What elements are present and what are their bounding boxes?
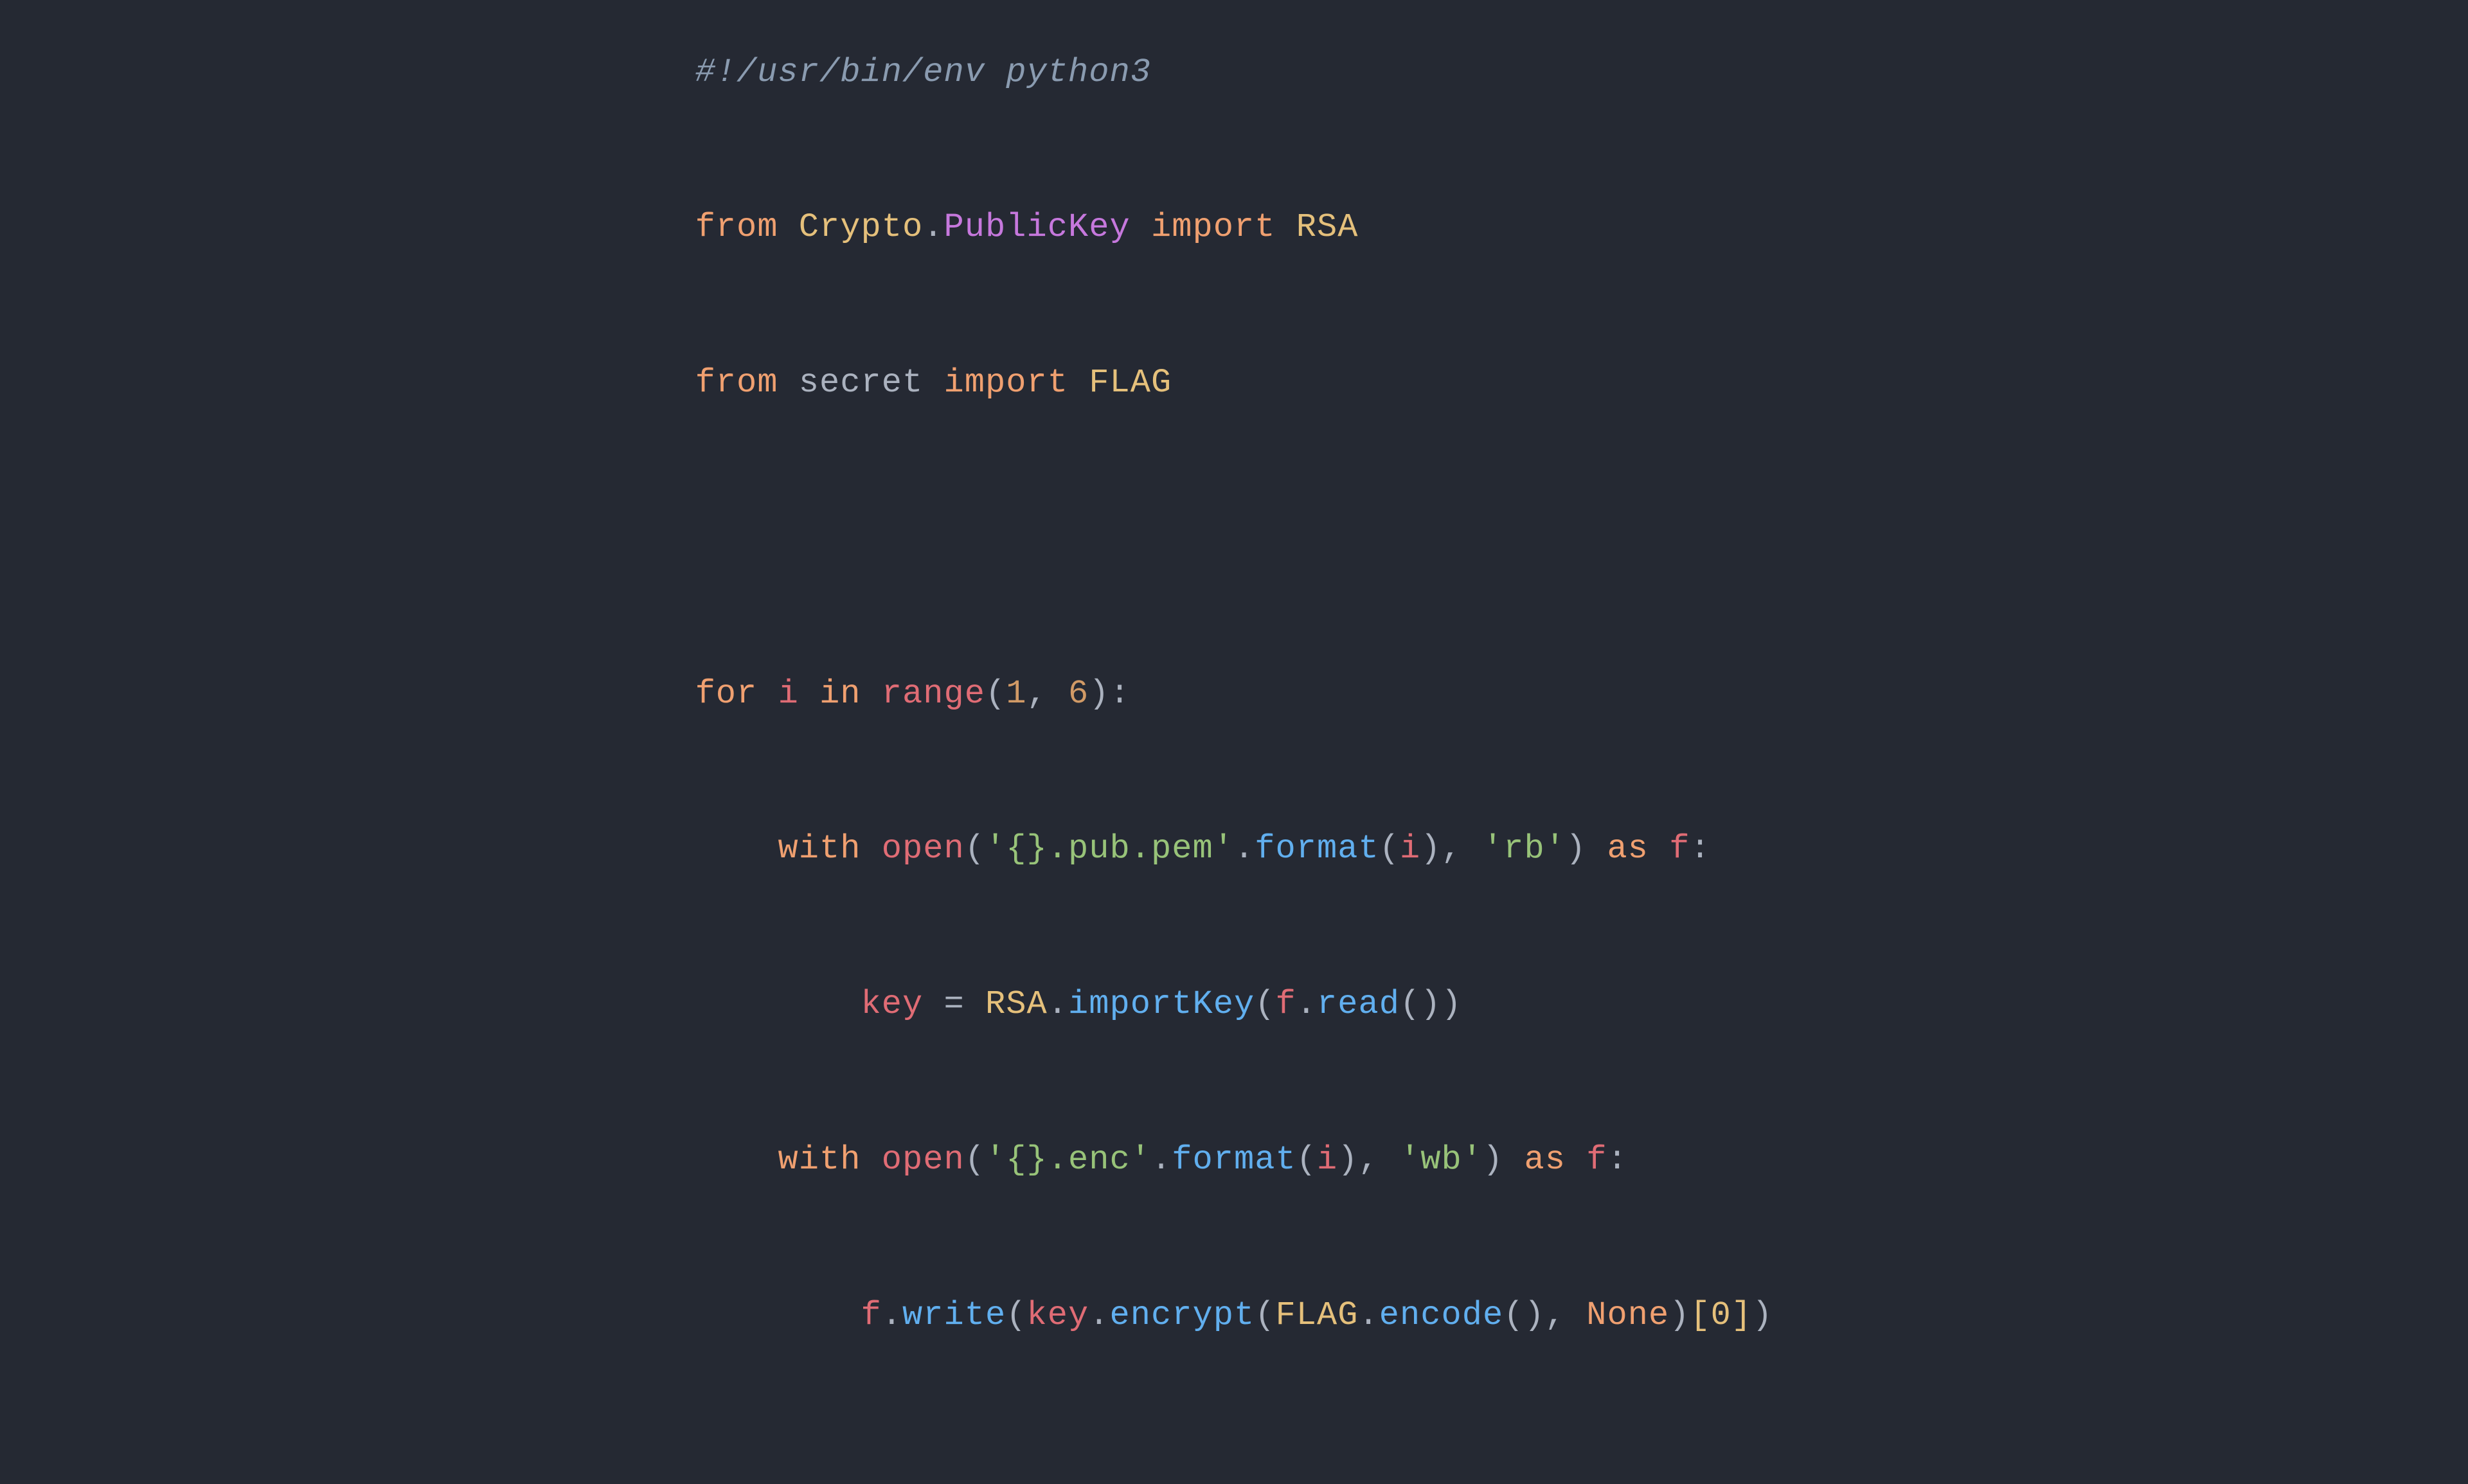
string-wb: 'wb' (1400, 1141, 1483, 1179)
code-container: #!/usr/bin/env python3 from Crypto.Publi… (644, 0, 1825, 1484)
encode-method: encode (1379, 1296, 1503, 1334)
var-i: i (778, 675, 799, 713)
var-f-1: f (1669, 830, 1690, 868)
rsa-name: RSA (1296, 208, 1359, 246)
for-keyword: for (695, 675, 758, 713)
var-i-3: i (1317, 1141, 1337, 1179)
rsa-name-2: RSA (985, 985, 1048, 1023)
line-7: key = RSA.importKey(f.read()) (695, 979, 1773, 1031)
encrypt-method: encrypt (1110, 1296, 1255, 1334)
from-keyword-2: from (695, 364, 778, 402)
bracket-0: [0] (1690, 1296, 1752, 1334)
open-func-1: open (882, 830, 965, 868)
line-9: f.write(key.encrypt(FLAG.encode(), None)… (695, 1290, 1773, 1342)
line-2: from Crypto.PublicKey import RSA (695, 202, 1773, 254)
line-6: with open('{}.pub.pem'.format(i), 'rb') … (695, 823, 1773, 875)
secret-name: secret (799, 364, 923, 402)
string-rb: 'rb' (1483, 830, 1566, 868)
line-3: from secret import FLAG (695, 357, 1773, 409)
var-i-2: i (1400, 830, 1420, 868)
with-keyword-1: with (778, 830, 861, 868)
var-f-4: f (861, 1296, 882, 1334)
range-func: range (882, 675, 985, 713)
var-key: key (861, 985, 924, 1023)
import-keyword-2: import (944, 364, 1068, 402)
crypto-module: Crypto (799, 208, 923, 246)
format-method-2: format (1172, 1141, 1296, 1179)
line-8: with open('{}.enc'.format(i), 'wb') as f… (695, 1134, 1773, 1186)
with-keyword-2: with (778, 1141, 861, 1179)
in-keyword: in (819, 675, 861, 713)
import-keyword: import (1151, 208, 1275, 246)
as-keyword-2: as (1524, 1141, 1566, 1179)
var-f-3: f (1586, 1141, 1607, 1179)
code-block: #!/usr/bin/env python3 from Crypto.Publi… (695, 0, 1773, 1445)
format-method-1: format (1255, 830, 1379, 868)
as-keyword-1: as (1607, 830, 1649, 868)
from-keyword: from (695, 208, 778, 246)
line-5: for i in range(1, 6): (695, 668, 1773, 720)
shebang-comment: #!/usr/bin/env python3 (695, 53, 1151, 91)
string-pub-pem: '{}.pub.pem' (985, 830, 1234, 868)
importkey-method: importKey (1068, 985, 1255, 1023)
none-keyword: None (1586, 1296, 1669, 1334)
line-1: #!/usr/bin/env python3 (695, 47, 1773, 99)
publickey-module: PublicKey (944, 208, 1131, 246)
var-key-2: key (1027, 1296, 1089, 1334)
string-enc: '{}.enc' (985, 1141, 1151, 1179)
write-method: write (902, 1296, 1006, 1334)
num-1: 1 (1006, 675, 1026, 713)
line-4 (695, 513, 1773, 565)
var-f-2: f (1276, 985, 1296, 1023)
read-method: read (1317, 985, 1400, 1023)
open-func-2: open (882, 1141, 965, 1179)
num-6: 6 (1068, 675, 1089, 713)
flag-name-2: FLAG (1275, 1296, 1358, 1334)
flag-name: FLAG (1089, 364, 1172, 402)
